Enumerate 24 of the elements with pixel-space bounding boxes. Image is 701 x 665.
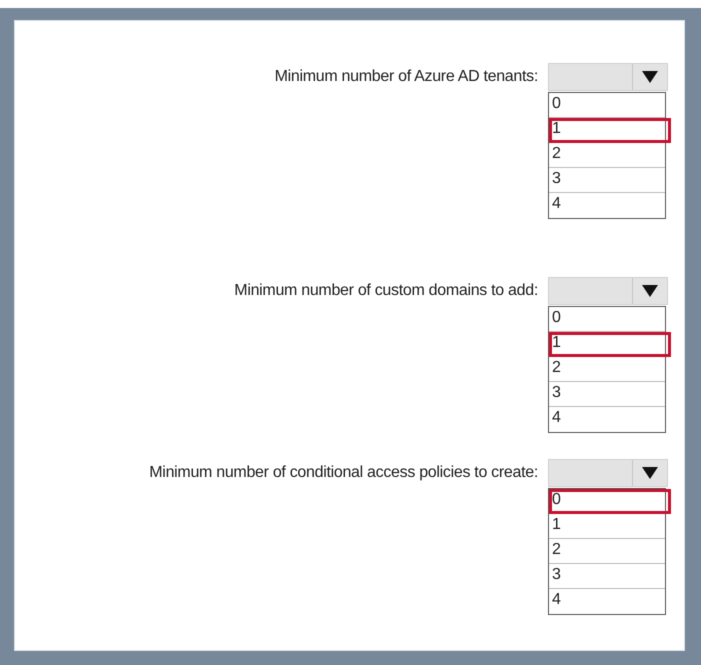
dropdown-option[interactable]: 3 [549, 168, 665, 193]
dropdown-option[interactable]: 2 [549, 357, 665, 382]
caret-icon [642, 71, 658, 83]
dropdown[interactable] [548, 459, 668, 487]
question-label: Minimum number of conditional access policies to create: [149, 463, 538, 483]
dropdown-option[interactable]: 3 [549, 564, 665, 589]
dropdown-option[interactable]: 1 [549, 332, 671, 357]
dropdown[interactable] [548, 63, 668, 91]
caret-icon [642, 285, 658, 297]
dropdown-option[interactable]: 1 [549, 514, 665, 539]
dropdown-option[interactable]: 2 [549, 143, 665, 168]
dropdown-option[interactable]: 4 [549, 193, 665, 218]
dropdown-option[interactable]: 4 [549, 407, 665, 432]
dropdown-option[interactable]: 4 [549, 589, 665, 614]
dropdown-option[interactable]: 0 [549, 93, 665, 118]
dropdown-option[interactable]: 0 [549, 307, 665, 332]
dropdown-option[interactable]: 0 [549, 489, 671, 514]
question-label: Minimum number of Azure AD tenants: [274, 67, 538, 87]
question-label: Minimum number of custom domains to add: [234, 281, 538, 301]
dropdown[interactable] [548, 277, 668, 305]
caret-icon [642, 467, 658, 479]
dropdown-option[interactable]: 1 [549, 118, 671, 143]
dropdown-option[interactable]: 2 [549, 539, 665, 564]
dropdown-option[interactable]: 3 [549, 382, 665, 407]
